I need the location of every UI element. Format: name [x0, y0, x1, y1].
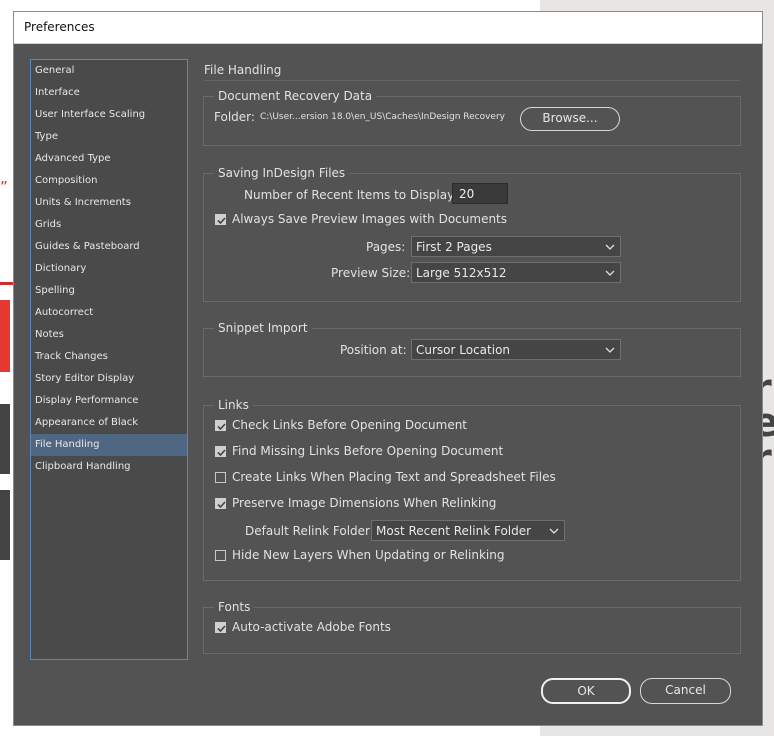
sidebar-item-label: General: [35, 65, 75, 76]
sidebar-item-story-editor[interactable]: Story Editor Display: [31, 368, 187, 390]
saving-legend: Saving InDesign Files: [214, 166, 350, 180]
recent-items-label: Number of Recent Items to Display:: [244, 188, 458, 202]
checkmark-icon: [217, 423, 226, 431]
browse-button[interactable]: Browse...: [520, 107, 620, 131]
preferences-dialog: Preferences General Interface User Inter…: [14, 12, 762, 725]
find-missing-links-label: Find Missing Links Before Opening Docume…: [232, 444, 504, 458]
checkmark-icon: [217, 501, 226, 509]
sidebar-item-dictionary[interactable]: Dictionary: [31, 258, 187, 280]
checkmark-icon: [217, 217, 226, 225]
auto-activate-fonts-label: Auto-activate Adobe Fonts: [232, 620, 391, 634]
sidebar-item-notes[interactable]: Notes: [31, 324, 187, 346]
create-links-checkbox[interactable]: [215, 472, 226, 483]
background-shape: [0, 300, 10, 372]
sidebar-item-label: File Handling: [35, 439, 100, 450]
checkmark-icon: [217, 449, 226, 457]
preview-size-value: Large 512x512: [416, 266, 507, 280]
auto-activate-fonts-checkbox[interactable]: [215, 622, 226, 633]
sidebar-item-autocorrect[interactable]: Autocorrect: [31, 302, 187, 324]
title-bar[interactable]: Preferences: [14, 12, 762, 44]
recent-items-input[interactable]: [452, 183, 508, 204]
save-preview-checkbox[interactable]: [215, 214, 226, 225]
background-rule: [0, 282, 14, 285]
save-preview-label: Always Save Preview Images with Document…: [232, 212, 508, 226]
pages-value: First 2 Pages: [416, 240, 492, 254]
sidebar-item-ui-scaling[interactable]: User Interface Scaling: [31, 104, 187, 126]
hide-layers-checkbox[interactable]: [215, 550, 226, 561]
sidebar-item-label: Story Editor Display: [35, 373, 135, 384]
preview-size-dropdown[interactable]: Large 512x512: [411, 262, 621, 283]
relink-folder-value: Most Recent Relink Folder: [376, 524, 532, 538]
sidebar-item-label: Composition: [35, 175, 98, 186]
relink-folder-dropdown[interactable]: Most Recent Relink Folder: [371, 520, 565, 541]
sidebar-item-type[interactable]: Type: [31, 126, 187, 148]
title-divider: [204, 80, 740, 81]
sidebar-item-label: Units & Increments: [35, 197, 131, 208]
folder-path: C:\User...ersion 18.0\en_US\Caches\InDes…: [260, 112, 505, 122]
sidebar-item-grids[interactable]: Grids: [31, 214, 187, 236]
sidebar-item-label: Guides & Pasteboard: [35, 241, 140, 252]
background-shape: [0, 404, 10, 474]
sidebar-item-label: Dictionary: [35, 263, 87, 274]
sidebar-item-guides[interactable]: Guides & Pasteboard: [31, 236, 187, 258]
sidebar-item-label: User Interface Scaling: [35, 109, 146, 120]
sidebar-item-spelling[interactable]: Spelling: [31, 280, 187, 302]
sidebar-item-label: Spelling: [35, 285, 75, 296]
relink-folder-label: Default Relink Folder:: [245, 524, 374, 538]
sidebar-item-appearance-black[interactable]: Appearance of Black: [31, 412, 187, 434]
sidebar-item-label: Type: [35, 131, 58, 142]
sidebar-item-label: Autocorrect: [35, 307, 94, 318]
check-links-checkbox[interactable]: [215, 420, 226, 431]
sidebar-item-interface[interactable]: Interface: [31, 82, 187, 104]
cancel-button[interactable]: Cancel: [640, 678, 731, 704]
preserve-dimensions-checkbox[interactable]: [215, 498, 226, 509]
preferences-sidebar: General Interface User Interface Scaling…: [30, 59, 188, 660]
sidebar-item-advanced-type[interactable]: Advanced Type: [31, 148, 187, 170]
sidebar-item-general[interactable]: General: [31, 60, 187, 82]
find-missing-links-checkbox[interactable]: [215, 446, 226, 457]
preserve-dimensions-label: Preserve Image Dimensions When Relinking: [232, 496, 497, 510]
sidebar-item-display-performance[interactable]: Display Performance: [31, 390, 187, 412]
position-dropdown[interactable]: Cursor Location: [411, 339, 621, 360]
page-title: File Handling: [204, 63, 282, 77]
preview-size-label: Preview Size:: [331, 266, 411, 280]
links-legend: Links: [214, 398, 253, 412]
sidebar-item-file-handling[interactable]: File Handling: [31, 434, 187, 456]
pages-dropdown[interactable]: First 2 Pages: [411, 236, 621, 257]
sidebar-item-label: Advanced Type: [35, 153, 111, 164]
sidebar-item-label: Track Changes: [35, 351, 108, 362]
chevron-down-icon: [605, 347, 615, 353]
sidebar-item-label: Display Performance: [35, 395, 139, 406]
sidebar-item-label: Clipboard Handling: [35, 461, 131, 472]
sidebar-item-label: Interface: [35, 87, 80, 98]
chevron-down-icon: [549, 528, 559, 534]
chevron-down-icon: [605, 244, 615, 250]
sidebar-item-label: Appearance of Black: [35, 417, 139, 428]
sidebar-item-label: Grids: [35, 219, 62, 230]
window-title: Preferences: [24, 20, 95, 34]
checkmark-icon: [217, 625, 226, 633]
chevron-down-icon: [605, 270, 615, 276]
create-links-label: Create Links When Placing Text and Sprea…: [232, 470, 556, 484]
fonts-legend: Fonts: [214, 600, 255, 614]
check-links-label: Check Links Before Opening Document: [232, 418, 468, 432]
sidebar-item-units[interactable]: Units & Increments: [31, 192, 187, 214]
sidebar-item-composition[interactable]: Composition: [31, 170, 187, 192]
ok-button[interactable]: OK: [541, 678, 631, 704]
recovery-legend: Document Recovery Data: [214, 89, 377, 103]
background-shape: [0, 490, 10, 560]
sidebar-item-track-changes[interactable]: Track Changes: [31, 346, 187, 368]
sidebar-item-label: Notes: [35, 329, 64, 340]
hide-layers-label: Hide New Layers When Updating or Relinki…: [232, 548, 505, 562]
pages-label: Pages:: [366, 240, 406, 254]
position-value: Cursor Location: [416, 343, 511, 357]
sidebar-item-clipboard[interactable]: Clipboard Handling: [31, 456, 187, 478]
position-label: Position at:: [340, 343, 407, 357]
folder-label: Folder:: [214, 110, 255, 124]
snippet-legend: Snippet Import: [214, 321, 312, 335]
